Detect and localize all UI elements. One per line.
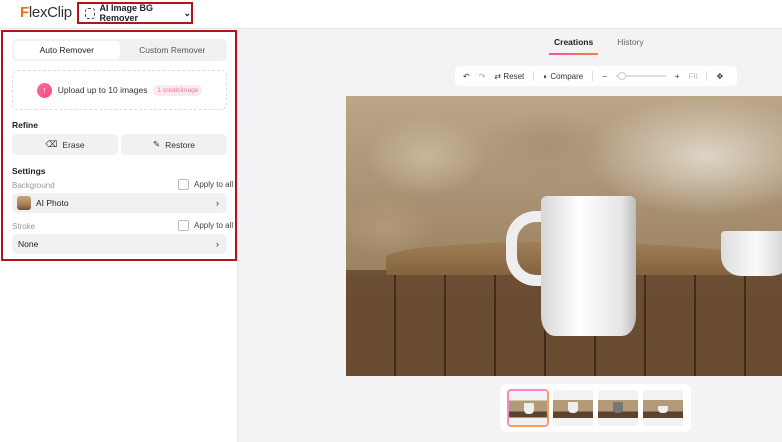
zoom-in-button[interactable]: + — [675, 72, 680, 81]
result-tabs: Creations History — [548, 37, 644, 55]
tool-selector-dropdown[interactable]: AI Image BG Remover ⌄ — [77, 2, 193, 24]
zoom-slider[interactable] — [615, 72, 666, 80]
reset-button[interactable]: ⇄ Reset — [494, 72, 524, 81]
thumbnail-3[interactable] — [598, 390, 639, 426]
fit-button[interactable]: Fit — [689, 72, 698, 81]
result-image[interactable] — [346, 96, 782, 376]
thumbnail-4[interactable] — [643, 390, 684, 426]
undo-icon[interactable]: ↶ — [463, 72, 470, 81]
thumbnail-1[interactable] — [506, 389, 549, 427]
tab-creations[interactable]: Creations — [548, 37, 599, 55]
white-mug — [541, 196, 636, 336]
background-cup — [721, 231, 782, 276]
top-header: FlexClip AI Image BG Remover ⌄ — [0, 0, 782, 29]
thumbnail-strip — [500, 384, 691, 432]
divider — [592, 71, 594, 81]
chevron-down-icon: ⌄ — [183, 7, 191, 18]
annotation-highlight-box — [1, 30, 237, 261]
compare-button[interactable]: ◐ Compare — [543, 72, 583, 81]
image-remover-icon — [85, 7, 95, 19]
slider-handle[interactable] — [617, 72, 626, 80]
thumbnail-2[interactable] — [552, 390, 593, 426]
canvas-toolbar: ↶ ↷ ⇄ Reset ◐ Compare − + Fit ✥ — [455, 66, 737, 86]
divider — [706, 71, 708, 81]
flexclip-logo[interactable]: FlexClip — [20, 4, 72, 21]
tab-history[interactable]: History — [617, 37, 643, 47]
divider — [533, 71, 535, 81]
move-icon[interactable]: ✥ — [716, 72, 723, 81]
zoom-out-button[interactable]: − — [602, 72, 607, 81]
redo-icon[interactable]: ↷ — [479, 72, 486, 81]
